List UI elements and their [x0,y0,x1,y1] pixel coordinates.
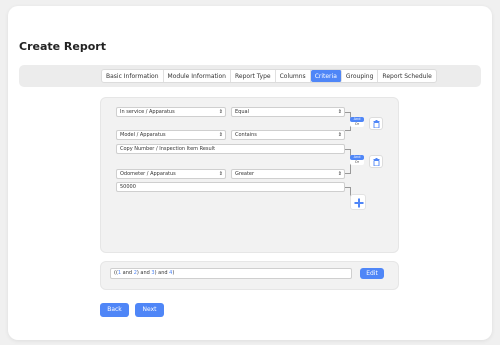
tab-basic-information[interactable]: Basic Information [102,70,164,82]
expression-part: ) and [136,270,152,276]
updown-arrow-icon: ⇕ [337,132,342,138]
expression-input[interactable]: ((1 and 2) and 3) and 4) [110,268,352,279]
criteria-2-field-select[interactable]: Model / Apparatus ⇕ [116,130,226,140]
trash-icon [373,120,380,128]
criteria-1-field-value: In service / Apparatus [120,109,175,115]
tab-criteria[interactable]: Criteria [310,70,342,82]
expression-part: and [121,270,134,276]
criteria-3-operator-value: Greater [235,171,255,177]
tab-report-type[interactable]: Report Type [231,70,276,82]
tab-report-schedule[interactable]: Report Schedule [378,70,435,82]
criteria-2-field-value: Model / Apparatus [120,132,166,138]
updown-arrow-icon: ⇕ [218,132,223,138]
back-button[interactable]: Back [100,303,129,317]
expression-part: ) [172,270,175,276]
delete-criteria-button-1[interactable] [369,117,383,130]
page-title: Create Report [19,40,106,53]
updown-arrow-icon: ⇕ [218,171,223,177]
criteria-2-operator-select[interactable]: Contains ⇕ [231,130,345,140]
next-button[interactable]: Next [135,303,164,317]
and-or-toggle-2[interactable]: And Or [350,155,364,165]
trash-icon [373,158,380,166]
or-option[interactable]: Or [350,160,364,165]
plus-icon [354,198,364,208]
tab-module-information[interactable]: Module Information [164,70,231,82]
updown-arrow-icon: ⇕ [218,109,223,115]
criteria-3-field-select[interactable]: Odometer / Apparatus ⇕ [116,169,226,179]
tab-grouping[interactable]: Grouping [342,70,379,82]
add-criteria-button[interactable] [350,194,366,210]
criteria-3-value-input[interactable]: 50000 [116,182,345,192]
tab-columns[interactable]: Columns [276,70,311,82]
and-or-toggle-1[interactable]: And Or [350,117,364,127]
tab-group: Basic Information Module Information Rep… [101,69,437,83]
criteria-3-operator-select[interactable]: Greater ⇕ [231,169,345,179]
edit-expression-button[interactable]: Edit [360,268,384,279]
criteria-2-value-input[interactable]: Copy Number / Inspection Item Result [116,144,345,154]
criteria-1-operator-select[interactable]: Equal ⇕ [231,107,345,117]
criteria-3-field-value: Odometer / Apparatus [120,171,176,177]
or-option[interactable]: Or [350,122,364,127]
updown-arrow-icon: ⇕ [337,171,342,177]
criteria-1-field-select[interactable]: In service / Apparatus ⇕ [116,107,226,117]
criteria-1-operator-value: Equal [235,109,249,115]
criteria-2-operator-value: Contains [235,132,257,138]
delete-criteria-button-2[interactable] [369,155,383,168]
expression-part: ) and [154,270,170,276]
updown-arrow-icon: ⇕ [337,109,342,115]
